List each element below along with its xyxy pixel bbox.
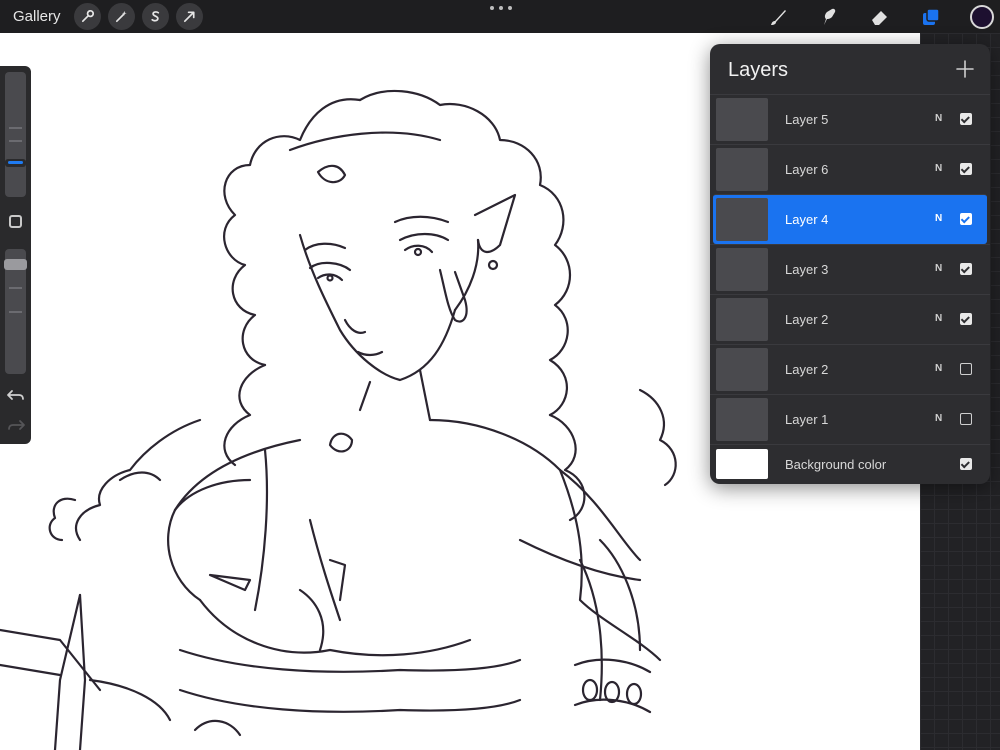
adjustments-button[interactable] xyxy=(107,3,135,30)
layer-visibility-checkbox[interactable] xyxy=(960,313,972,325)
brush-sidebar xyxy=(0,66,31,444)
layer-blend-mode-button[interactable]: N xyxy=(935,113,942,124)
layer-thumbnail xyxy=(716,198,768,241)
layer-name: Layer 1 xyxy=(785,412,829,427)
layers-button[interactable] xyxy=(919,5,943,29)
layer-name: Layer 4 xyxy=(785,212,829,227)
procreate-app: Gallery Layers Layer 5 N Layer 6 N Layer… xyxy=(0,0,1000,750)
brush-icon xyxy=(771,9,786,25)
layers-panel-title: Layers xyxy=(728,59,789,81)
brush-size-handle[interactable] xyxy=(5,159,26,168)
layer-blend-mode-button[interactable]: N xyxy=(935,313,942,324)
background-color-layer-row[interactable]: Background color xyxy=(710,444,990,484)
layer-blend-mode-button[interactable]: N xyxy=(935,413,942,424)
color-picker-swatch[interactable] xyxy=(970,4,994,29)
undo-icon[interactable] xyxy=(6,388,26,404)
transform-button[interactable] xyxy=(175,3,203,30)
layers-panel: Layers Layer 5 N Layer 6 N Layer 4 N Layer 3NL… xyxy=(710,44,990,484)
layer-row[interactable]: Layer 4 N xyxy=(713,194,987,244)
brush-tool-button[interactable] xyxy=(766,5,790,29)
layer-visibility-checkbox[interactable] xyxy=(960,263,972,275)
layer-visibility-checkbox[interactable] xyxy=(960,458,972,470)
layer-list: Layer 5 N Layer 6 N Layer 4 N Layer 3 N Layer 2 N… xyxy=(710,94,990,484)
gallery-button[interactable]: Gallery xyxy=(13,8,61,25)
eraser-tool-button[interactable] xyxy=(868,5,892,29)
layer-blend-mode-button[interactable]: N xyxy=(935,163,942,174)
selection-s-icon xyxy=(150,11,159,22)
layer-row[interactable]: Layer 2 N xyxy=(710,294,990,344)
layer-row[interactable]: Layer 6 N xyxy=(710,144,990,194)
magic-wand-icon xyxy=(115,10,127,23)
add-layer-plus-icon[interactable] xyxy=(954,58,976,80)
wrench-icon xyxy=(81,10,94,23)
layer-visibility-checkbox[interactable] xyxy=(960,413,972,425)
background-color-thumbnail xyxy=(716,449,768,479)
actions-button[interactable] xyxy=(73,3,101,30)
more-options-dots[interactable] xyxy=(490,2,512,14)
transform-arrow-icon xyxy=(183,11,195,23)
redo-icon[interactable] xyxy=(6,418,26,434)
layer-name: Layer 5 xyxy=(785,112,829,127)
layer-thumbnail xyxy=(716,298,768,341)
smudge-tool-button[interactable] xyxy=(817,5,841,29)
layer-thumbnail xyxy=(716,348,768,391)
layer-name: Layer 6 xyxy=(785,162,829,177)
brush-opacity-handle[interactable] xyxy=(4,259,27,270)
layer-row[interactable]: Layer 2 N xyxy=(710,344,990,394)
selection-button[interactable] xyxy=(141,3,169,30)
layer-name: Background color xyxy=(785,457,887,472)
layer-visibility-checkbox[interactable] xyxy=(960,163,972,175)
layer-thumbnail xyxy=(716,248,768,291)
top-toolbar: Gallery xyxy=(0,0,1000,33)
layer-blend-mode-button[interactable]: N xyxy=(935,213,942,224)
layer-thumbnail xyxy=(716,98,768,141)
modify-button[interactable] xyxy=(9,215,22,228)
smudge-icon xyxy=(824,8,836,25)
layer-name: Layer 3 xyxy=(785,262,829,277)
layer-blend-mode-button[interactable]: N xyxy=(935,363,942,374)
layer-blend-mode-button[interactable]: N xyxy=(935,263,942,274)
layer-name: Layer 2 xyxy=(785,362,829,377)
layer-thumbnail xyxy=(716,148,768,191)
layer-row[interactable]: Layer 3 N xyxy=(710,244,990,294)
layer-name: Layer 2 xyxy=(785,312,829,327)
layer-row[interactable]: Layer 1 N xyxy=(710,394,990,444)
eraser-icon xyxy=(872,10,887,25)
layer-row[interactable]: Layer 5 N xyxy=(710,94,990,144)
layers-icon xyxy=(923,7,940,25)
layers-panel-header: Layers xyxy=(710,44,990,94)
brush-size-slider[interactable] xyxy=(5,72,26,197)
layer-visibility-checkbox[interactable] xyxy=(960,213,972,225)
layer-visibility-checkbox[interactable] xyxy=(960,363,972,375)
layer-visibility-checkbox[interactable] xyxy=(960,113,972,125)
right-tool-group xyxy=(766,0,1000,33)
layer-thumbnail xyxy=(716,398,768,441)
